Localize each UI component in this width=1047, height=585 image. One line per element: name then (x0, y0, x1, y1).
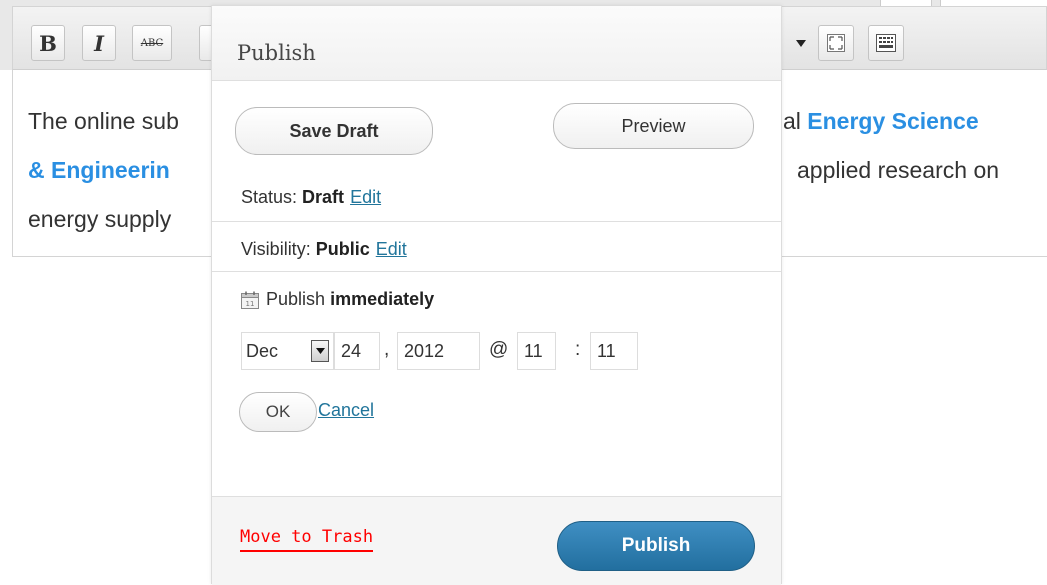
italic-icon: I (94, 30, 104, 56)
post-visibility: Visibility: Public Edit (241, 239, 407, 260)
schedule-value: immediately (330, 289, 435, 309)
day-value: 24 (341, 340, 362, 361)
strikethrough-button[interactable]: ABC (132, 25, 172, 61)
date-separator: , (384, 339, 390, 360)
editor-text-line-2-tail: applied research on (797, 157, 999, 184)
status-label: Status: (241, 187, 298, 207)
divider (212, 271, 781, 272)
editor-text: applied research on (797, 157, 1000, 183)
publish-button[interactable]: Publish (557, 521, 755, 571)
publish-schedule: 11 Publish immediately (241, 289, 434, 310)
editor-link[interactable]: & Engineerin (28, 157, 170, 183)
post-status: Status: Draft Edit (241, 187, 381, 208)
month-select[interactable]: Dec (241, 332, 334, 370)
calendar-icon: 11 (241, 291, 259, 309)
publish-title: Publish (237, 41, 316, 65)
visibility-value: Public (315, 239, 370, 259)
editor-text: energy supply (28, 206, 172, 232)
svg-text:11: 11 (246, 300, 255, 308)
editor-text-line-3: energy supply (28, 206, 171, 233)
time-at-separator: @ (489, 339, 509, 360)
format-dropdown-arrow[interactable] (789, 25, 813, 61)
publish-footer: Move to Trash Publish (212, 496, 781, 585)
year-value: 2012 (404, 340, 445, 361)
save-draft-button[interactable]: Save Draft (235, 107, 433, 155)
ok-button[interactable]: OK (239, 392, 317, 432)
bold-icon: B (39, 30, 57, 56)
hour-input[interactable]: 11 (517, 332, 556, 370)
move-to-trash-link[interactable]: Move to Trash (240, 527, 374, 552)
day-input[interactable]: 24 (334, 332, 380, 370)
divider (212, 221, 781, 222)
italic-button[interactable]: I (82, 25, 116, 61)
publish-box: Publish Save Draft Preview Status: Draft… (211, 5, 782, 585)
fullscreen-icon (827, 34, 845, 52)
cancel-link[interactable]: Cancel (318, 400, 374, 421)
kitchen-sink-icon (876, 34, 896, 52)
strikethrough-icon: ABC (140, 37, 164, 49)
editor-text: al (783, 108, 808, 134)
status-value: Draft (302, 187, 345, 207)
editor-text-line-1: The online sub (28, 108, 179, 135)
kitchen-sink-button[interactable] (868, 25, 904, 61)
minute-input[interactable]: 11 (590, 332, 638, 370)
time-colon-separator: : (575, 339, 581, 360)
publish-header: Publish (212, 6, 781, 81)
minute-value: 11 (597, 340, 616, 361)
editor-link[interactable]: Energy Science (807, 108, 978, 134)
bold-button[interactable]: B (31, 25, 65, 61)
schedule-label: Publish (266, 289, 326, 309)
editor-text: The online sub (28, 108, 179, 134)
month-dropdown-button[interactable] (311, 340, 329, 362)
month-value: Dec (246, 340, 279, 361)
edit-status-link[interactable]: Edit (350, 187, 381, 207)
editor-text-line-2: & Engineerin (28, 157, 170, 184)
editor-text-line-1-tail: al Energy Science (783, 108, 979, 135)
visibility-label: Visibility: (241, 239, 311, 259)
preview-button[interactable]: Preview (553, 103, 754, 149)
fullscreen-button[interactable] (818, 25, 854, 61)
year-input[interactable]: 2012 (397, 332, 480, 370)
chevron-down-icon (315, 348, 325, 354)
edit-visibility-link[interactable]: Edit (376, 239, 407, 259)
hour-value: 11 (524, 340, 543, 361)
chevron-down-icon (796, 39, 806, 47)
